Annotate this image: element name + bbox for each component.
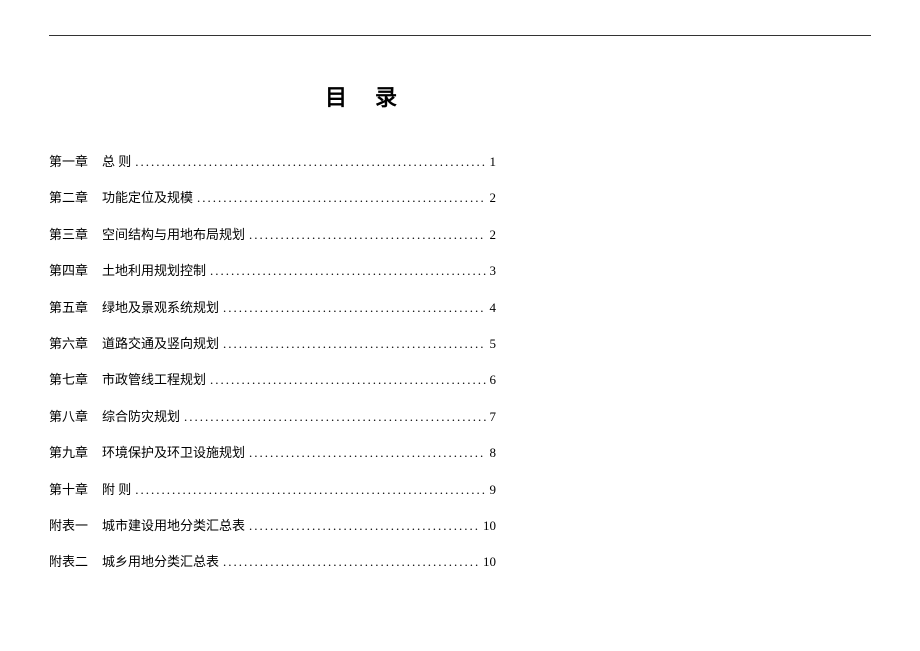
toc-title: 目录 [49,80,871,112]
toc-chapter: 第十章 [49,482,88,499]
toc-chapter: 附表一 [49,518,88,535]
toc-label: 空间结构与用地布局规划 [102,227,245,244]
toc-leader-dots: ........................................… [210,263,485,280]
toc-leader-dots: ........................................… [249,227,485,244]
toc-chapter: 第九章 [49,445,88,462]
toc-entry: 第十章附 则..................................… [49,482,871,499]
toc-entry: 附表一城市建设用地分类汇总表..........................… [49,518,871,535]
toc-page-number: 8 [490,445,872,462]
toc-page-number: 2 [490,190,872,207]
toc-leader-dots: ........................................… [223,336,485,353]
toc-chapter: 第八章 [49,409,88,426]
toc-entry: 第四章土地利用规划控制.............................… [49,263,871,280]
toc-label: 土地利用规划控制 [102,263,206,280]
toc-entry: 第九章环境保护及环卫设施规划..........................… [49,445,871,462]
toc-label: 绿地及景观系统规划 [102,300,219,317]
toc-leader-dots: ........................................… [197,190,485,207]
horizontal-divider [49,35,871,36]
toc-label: 城乡用地分类汇总表 [102,554,219,571]
toc-entry: 第二章功能定位及规模..............................… [49,190,871,207]
toc-page-number: 1 [490,154,872,171]
toc-label: 综合防灾规划 [102,409,180,426]
toc-chapter: 第一章 [49,154,88,171]
toc-label: 附 则 [102,482,131,499]
toc-leader-dots: ........................................… [249,518,479,535]
toc-container: 目录 第一章总 则...............................… [0,80,920,591]
toc-page-number: 9 [490,482,872,499]
toc-label: 环境保护及环卫设施规划 [102,445,245,462]
toc-entry: 第七章市政管线工程规划.............................… [49,372,871,389]
toc-entry: 第五章绿地及景观系统规划............................… [49,300,871,317]
toc-chapter: 第三章 [49,227,88,244]
toc-label: 功能定位及规模 [102,190,193,207]
toc-leader-dots: ........................................… [223,554,479,571]
toc-page-number: 7 [490,409,872,426]
toc-leader-dots: ........................................… [249,445,485,462]
toc-chapter: 第二章 [49,190,88,207]
toc-page-number: 10 [483,554,871,571]
toc-entry: 第八章综合防灾规划...............................… [49,409,871,426]
toc-page-number: 6 [490,372,872,389]
toc-chapter: 第七章 [49,372,88,389]
toc-page-number: 5 [490,336,872,353]
toc-chapter: 附表二 [49,554,88,571]
toc-leader-dots: ........................................… [184,409,485,426]
toc-label: 市政管线工程规划 [102,372,206,389]
toc-entry: 第一章总 则..................................… [49,154,871,171]
toc-chapter: 第五章 [49,300,88,317]
toc-chapter: 第四章 [49,263,88,280]
toc-leader-dots: ........................................… [135,482,485,499]
toc-leader-dots: ........................................… [210,372,485,389]
toc-entry: 第三章空间结构与用地布局规划..........................… [49,227,871,244]
toc-list: 第一章总 则..................................… [49,154,871,571]
toc-chapter: 第六章 [49,336,88,353]
toc-label: 道路交通及竖向规划 [102,336,219,353]
toc-leader-dots: ........................................… [135,154,485,171]
toc-page-number: 10 [483,518,871,535]
toc-page-number: 3 [490,263,872,280]
toc-entry: 第六章道路交通及竖向规划............................… [49,336,871,353]
toc-label: 城市建设用地分类汇总表 [102,518,245,535]
toc-entry: 附表二城乡用地分类汇总表............................… [49,554,871,571]
toc-page-number: 4 [490,300,872,317]
toc-leader-dots: ........................................… [223,300,485,317]
toc-label: 总 则 [102,154,131,171]
toc-page-number: 2 [490,227,872,244]
